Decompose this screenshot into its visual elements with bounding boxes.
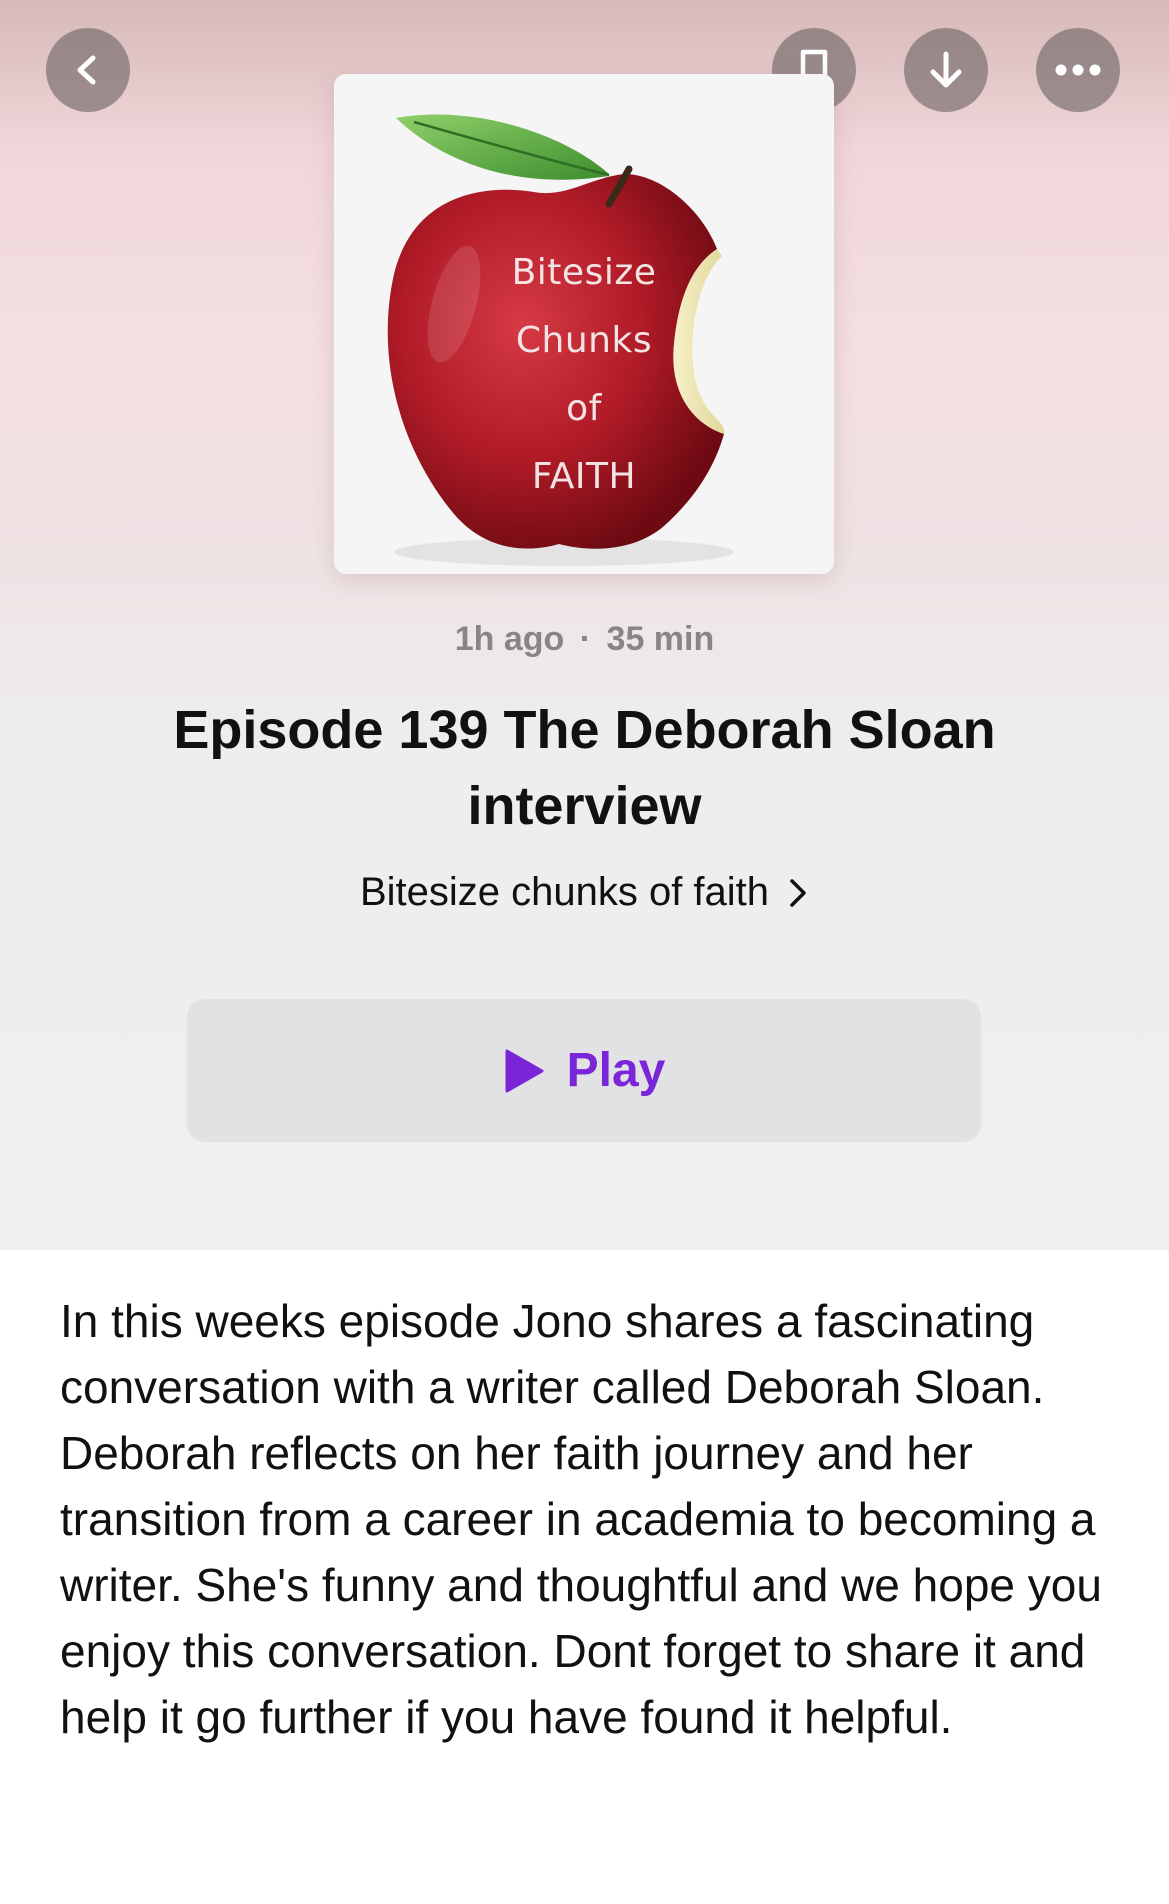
play-label: Play — [566, 1044, 666, 1097]
show-name: Bitesize chunks of faith — [359, 870, 770, 914]
download-button[interactable] — [904, 28, 988, 112]
episode-duration: 35 min — [606, 620, 715, 658]
chevron-right-icon — [790, 878, 806, 907]
episode-age: 1h ago — [454, 620, 565, 658]
meta-separator: · — [579, 620, 592, 658]
ellipsis-icon — [1055, 64, 1101, 76]
podcast-artwork: Bitesize Chunks of FAITH — [334, 74, 834, 574]
episode-meta: 1h ago · 35 min — [0, 620, 1169, 659]
play-icon — [505, 1049, 544, 1092]
back-button[interactable] — [46, 28, 130, 112]
episode-title: Episode 139 The Deborah Sloan interview — [173, 700, 996, 836]
show-link[interactable]: Bitesize chunks of faith — [0, 870, 1169, 915]
episode-description: In this weeks episode Jono shares a fasc… — [60, 1295, 1102, 1743]
play-button[interactable]: Play — [187, 999, 981, 1142]
artwork-text-line: Chunks — [515, 320, 653, 361]
artwork-text-line: Bitesize — [511, 252, 657, 293]
more-options-button[interactable] — [1036, 28, 1120, 112]
chevron-left-icon — [77, 55, 96, 85]
download-arrow-icon — [930, 51, 962, 88]
artwork-text-line: of — [566, 388, 602, 429]
artwork-text-line: FAITH — [531, 456, 637, 497]
